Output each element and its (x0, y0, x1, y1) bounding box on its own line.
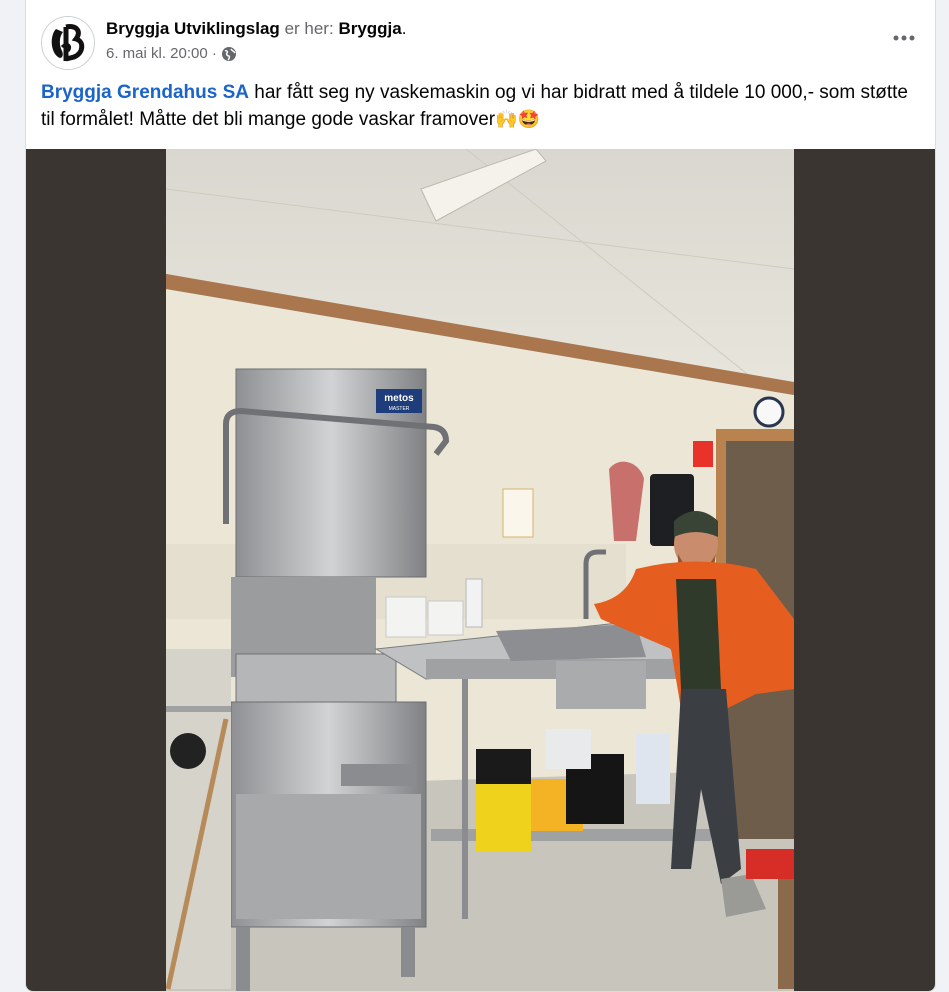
more-horizontal-icon (893, 35, 915, 41)
author-link[interactable]: Bryggja Utviklingslag (106, 19, 280, 38)
page-avatar[interactable] (41, 16, 95, 70)
post-photo[interactable]: metos MASTER (165, 148, 795, 991)
more-options-button[interactable] (886, 20, 922, 56)
is-here-text: er her: (284, 19, 334, 38)
post-header: Bryggja Utviklingslag er her: Bryggja. 6… (41, 14, 920, 70)
post-meta: Bryggja Utviklingslag er her: Bryggja. 6… (106, 18, 406, 62)
mention-link[interactable]: Bryggja Grendahus SA (41, 82, 249, 103)
post-message: Bryggja Grendahus SA har fått seg ny vas… (41, 80, 911, 133)
machine-brand-label: metos (384, 393, 414, 404)
page-logo-icon (42, 17, 94, 69)
post-title-line: Bryggja Utviklingslag er her: Bryggja. (106, 18, 406, 40)
post-emojis: 🙌🤩 (495, 109, 540, 129)
timestamp-link[interactable]: 6. mai kl. 20:00 · (106, 45, 217, 62)
place-link[interactable]: Bryggja (338, 19, 401, 38)
post-card: Bryggja Utviklingslag er her: Bryggja. 6… (25, 0, 936, 992)
post-subtitle: 6. mai kl. 20:00 · (106, 45, 406, 62)
machine-model-label: MASTER (389, 406, 410, 412)
post-media: metos MASTER (26, 148, 935, 991)
place-suffix: . (401, 19, 407, 38)
globe-icon (221, 46, 237, 62)
kitchen-photo-image: metos MASTER (165, 148, 795, 991)
